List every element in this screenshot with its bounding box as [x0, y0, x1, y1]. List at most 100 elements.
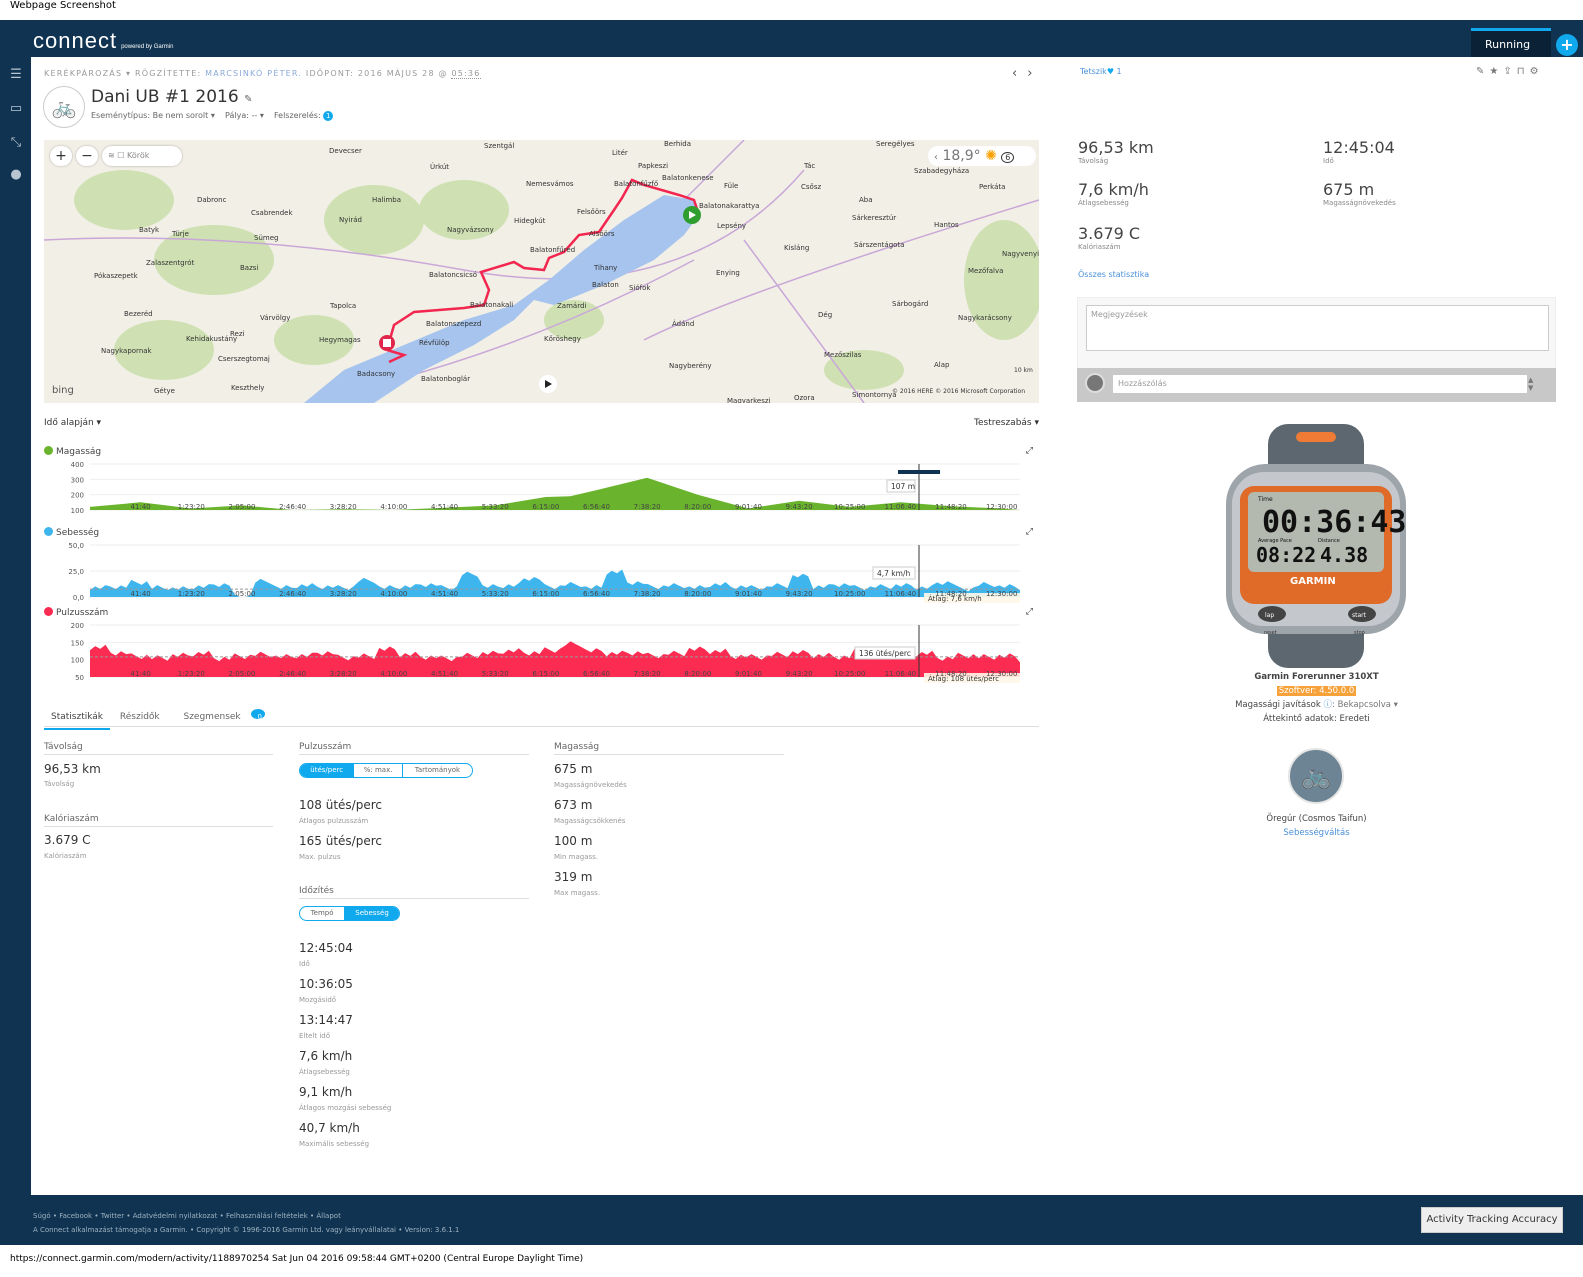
route-map[interactable]: Szentgál Berhida Devecser Litér Papkeszi Úrkú… — [44, 140, 1039, 403]
separator: • — [92, 1212, 101, 1220]
y-tick-label: 300 — [71, 476, 84, 484]
summary-label: Idő — [1323, 157, 1334, 165]
zoom-out-button[interactable]: − — [76, 146, 98, 166]
comment-scroll-arrows[interactable]: ▲ ▼ — [1528, 376, 1533, 392]
customize-dropdown[interactable]: Testreszabás ▾ — [974, 418, 1039, 428]
author-link[interactable]: Marcsinkó Péter. — [205, 69, 302, 78]
footer-link[interactable]: Twitter — [101, 1212, 124, 1220]
connect-logo[interactable]: connect powered by Garmin — [33, 28, 173, 54]
favorite-star-icon[interactable]: ★ — [1489, 66, 1503, 77]
activity-title[interactable]: Dani UB #1 2016 ✎ — [91, 87, 252, 107]
finish-marker — [379, 335, 395, 351]
zoom-in-button[interactable]: + — [50, 146, 72, 166]
x-tick-label: 6:56:40 — [583, 590, 610, 598]
map-place-label: Ádánd — [672, 319, 694, 328]
x-tick-label: 41:40 — [131, 590, 151, 598]
prev-activity-icon[interactable]: ‹ — [1012, 66, 1027, 81]
add-button[interactable]: + — [1556, 34, 1578, 56]
elevation-corrections-dropdown[interactable]: : Bekapcsolva ▾ — [1332, 700, 1398, 710]
range-selector-handle[interactable] — [898, 470, 940, 474]
share-icon[interactable]: ⇪ — [1503, 66, 1516, 77]
footer-link[interactable]: Facebook — [59, 1212, 92, 1220]
activity-tracking-accuracy-button[interactable]: Activity Tracking Accuracy — [1421, 1207, 1563, 1233]
all-stats-link[interactable]: Összes statisztika — [1078, 270, 1149, 279]
bike-gear-icon[interactable]: 🚲 — [1288, 748, 1344, 804]
user-icon[interactable]: ● — [9, 167, 23, 182]
map-place-label: Aba — [859, 196, 873, 204]
inbox-icon[interactable]: ▭ — [9, 101, 23, 116]
tab-statistics[interactable]: Statisztikák — [44, 709, 111, 730]
hr-percent-max-option[interactable]: %: max. — [354, 764, 403, 777]
timing-value: 13:14:47 — [299, 1013, 353, 1027]
wind-indicator: 6 — [1001, 152, 1015, 163]
help-icon[interactable]: ⓘ — [1324, 700, 1333, 710]
x-tick-label: 10:25:00 — [834, 590, 865, 598]
speed-plot[interactable]: 0,025,050,0Átlag: 7,6 km/h41:40 1:23:20 2:… — [44, 539, 1039, 605]
tooltip-value: 136 ütés/perc — [859, 649, 911, 658]
settings-gear-icon[interactable]: ⚙ — [1530, 66, 1544, 77]
tab-splits[interactable]: Részidők — [113, 709, 167, 728]
top-header: connect powered by Garmin Running + — [0, 20, 1583, 57]
weather-collapse-icon[interactable]: ‹ — [934, 152, 938, 163]
expand-icon[interactable]: ⤢ — [1026, 446, 1033, 456]
user-avatar — [1085, 373, 1105, 393]
x-tick-label: 11:48:20 — [935, 590, 966, 598]
elevation-label: Min magass. — [554, 853, 599, 861]
hr-bpm-option[interactable]: ütés/perc — [300, 764, 355, 777]
like-button[interactable]: Tetszik♥ 1 — [1080, 67, 1122, 76]
expand-icon[interactable]: ⤢ — [1026, 607, 1033, 617]
map-canvas[interactable]: Szentgál Berhida Devecser Litér Papkeszi Úrkú… — [44, 140, 1039, 403]
footer-link[interactable]: Állapot — [316, 1212, 340, 1220]
comment-input[interactable]: Hozzászólás — [1113, 375, 1527, 393]
map-place-label: Devecser — [329, 147, 362, 155]
menu-icon[interactable]: ☰ — [9, 67, 23, 82]
y-tick-label: 100 — [71, 657, 84, 665]
layers-icon[interactable]: ≋ — [108, 151, 115, 160]
heart-rate-plot[interactable]: 50100150200Átlag: 108 ütés/perc41:40 1:23… — [44, 619, 1039, 685]
edit-pencil-icon[interactable]: ✎ — [244, 94, 252, 105]
map-place-label: Úrkút — [430, 162, 449, 171]
x-tick-label: 4:51:40 — [431, 503, 458, 511]
pace-option[interactable]: Tempó — [300, 907, 346, 920]
expand-icon[interactable]: ⤢ — [1026, 527, 1033, 537]
laps-checkbox-label[interactable]: Körök — [127, 151, 149, 160]
gear-count-badge[interactable]: 1 — [323, 111, 334, 121]
summary-label: Távolság — [1078, 157, 1109, 165]
event-type-dropdown[interactable]: Eseménytípus: Be nem sorolt ▾ — [91, 111, 215, 120]
edit-icon[interactable]: ✎ — [1476, 66, 1489, 77]
map-place-label: Szentgál — [484, 142, 514, 150]
x-tick-label: 5:33:20 — [482, 670, 509, 678]
x-tick-label: 7:38:20 — [634, 590, 661, 598]
map-place-label: Balatonkenese — [662, 174, 714, 182]
x-axis-mode-dropdown[interactable]: Idő alapján ▾ — [44, 418, 101, 428]
activity-type-dropdown[interactable]: Kerékpározás — [44, 69, 122, 78]
footer-link[interactable]: Adatvédelmi nyilatkozat — [133, 1212, 218, 1220]
gear-change-link[interactable]: Sebességváltás — [1200, 826, 1433, 840]
x-tick-label: 9:01:40 — [735, 670, 762, 678]
hr-zones-option[interactable]: Tartományok — [403, 764, 472, 777]
timing-value: 10:36:05 — [299, 977, 353, 991]
map-place-label: Magyarkeszi — [727, 397, 771, 403]
x-tick-label: 11:48:20 — [935, 503, 966, 511]
elevation-label: Max magass. — [554, 889, 601, 897]
map-place-label: Tapolca — [329, 302, 356, 310]
footer-links: Súgó • Facebook • Twitter • Adatvédelmi … — [33, 1209, 1583, 1223]
x-tick-label: 7:38:20 — [634, 670, 661, 678]
watch-distance: 4.38 — [1320, 543, 1368, 567]
footer-link[interactable]: Súgó — [33, 1212, 51, 1220]
running-tab[interactable]: Running — [1471, 28, 1551, 57]
start-time[interactable]: 05:36 — [451, 69, 481, 79]
notes-textarea[interactable]: Megjegyzések — [1086, 305, 1549, 351]
weather-widget[interactable]: ‹ 18,9° ✺ 6 — [928, 146, 1036, 166]
privacy-lock-icon[interactable]: ⊓ — [1517, 66, 1530, 77]
tab-segments[interactable]: Szegmensek 0 — [170, 706, 272, 734]
course-dropdown[interactable]: Pálya: -- ▾ — [225, 111, 264, 120]
calories-section-title: Kalóriaszám — [44, 814, 273, 827]
next-activity-icon[interactable]: › — [1027, 66, 1042, 81]
layers-control[interactable]: ≋ ☐ Körök — [102, 146, 182, 166]
speed-option[interactable]: Sebesség — [345, 907, 399, 920]
footer-link[interactable]: Felhasználási feltételek — [226, 1212, 308, 1220]
x-tick-label: 9:01:40 — [735, 503, 762, 511]
connections-icon[interactable]: ⤡ — [9, 135, 23, 150]
elevation-plot[interactable]: 100 200 300 400 41:40 1:23:20 2:05:00 2:46:40 3:… — [44, 458, 1039, 518]
